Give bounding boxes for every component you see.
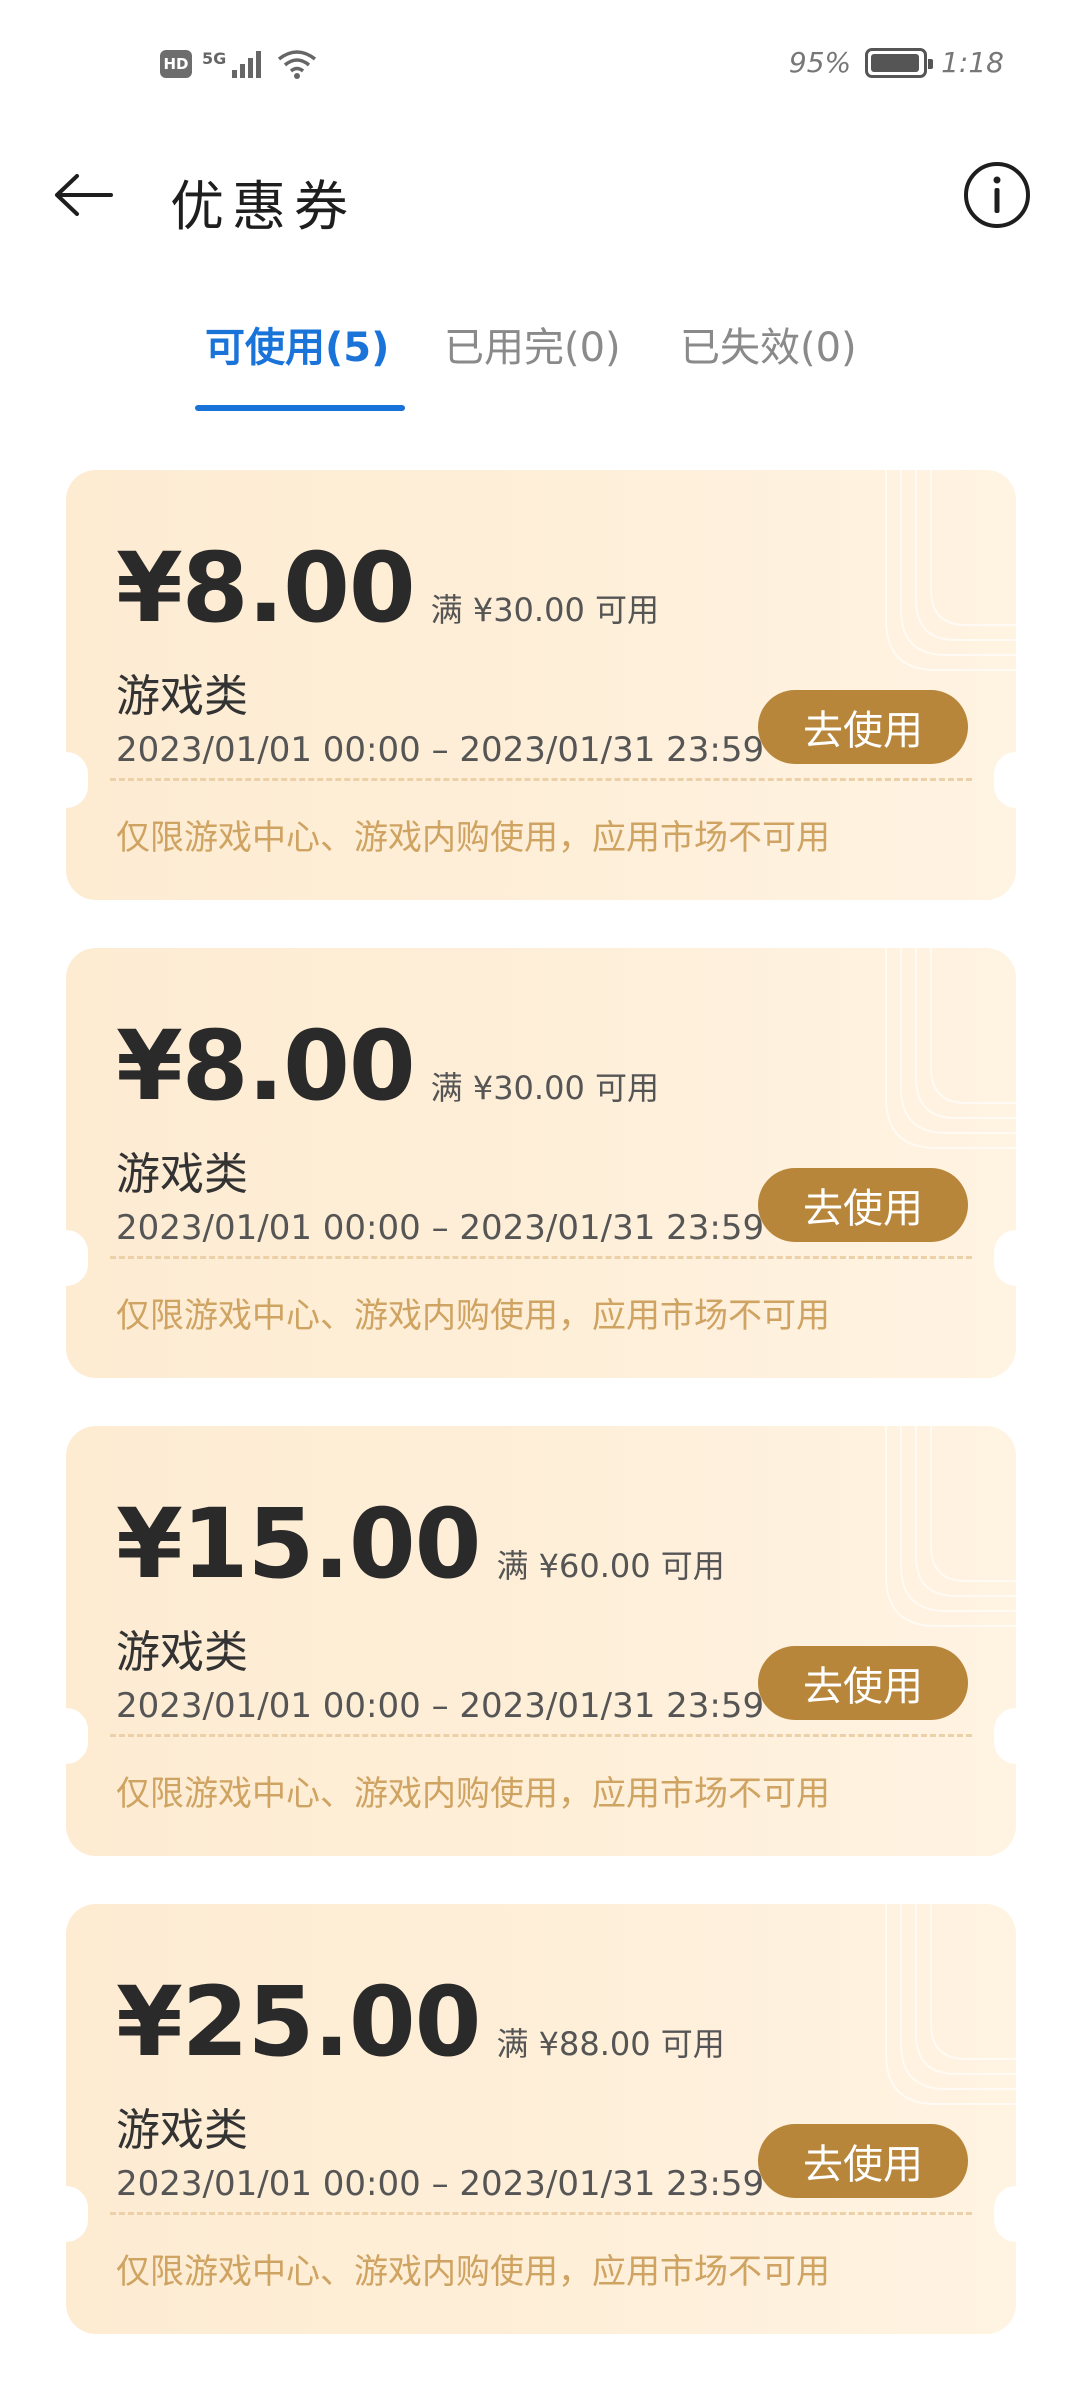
coupon-threshold: 满 ¥60.00 可用 bbox=[496, 1547, 725, 1585]
coupon-decoration bbox=[885, 1904, 1016, 2105]
coupon-amount: ¥15.00 bbox=[116, 1488, 481, 1600]
coupon-decoration bbox=[885, 948, 1016, 1149]
tab-used[interactable]: 已用完(0) bbox=[444, 315, 621, 373]
coupon-validity: 2023/01/01 00:00 – 2023/01/31 23:59 bbox=[116, 1208, 765, 1248]
coupon-card: ¥8.00 满 ¥30.00 可用 游戏类 2023/01/01 00:00 –… bbox=[66, 470, 1016, 900]
amount-row: ¥8.00 满 ¥30.00 可用 bbox=[116, 532, 659, 644]
coupon-tabs: 可使用(5) 已用完(0) 已失效(0) bbox=[0, 305, 1080, 415]
back-button[interactable] bbox=[48, 160, 118, 230]
ticket-notch bbox=[66, 1708, 88, 1764]
coupon-category: 游戏类 bbox=[116, 1627, 248, 1678]
hd-badge: HD bbox=[160, 50, 192, 78]
coupon-category: 游戏类 bbox=[116, 2105, 248, 2156]
status-left: HD 5G bbox=[160, 48, 318, 80]
ticket-notch bbox=[66, 2186, 88, 2242]
coupon-decoration bbox=[885, 470, 1016, 671]
dashed-divider bbox=[110, 1256, 972, 1259]
signal-icon bbox=[232, 51, 262, 78]
coupon-amount: ¥8.00 bbox=[116, 532, 416, 644]
info-circle-icon bbox=[964, 162, 1030, 228]
coupon-validity: 2023/01/01 00:00 – 2023/01/31 23:59 bbox=[116, 2164, 765, 2204]
tab-expired[interactable]: 已失效(0) bbox=[680, 315, 857, 373]
coupon-category: 游戏类 bbox=[116, 671, 248, 722]
coupon-card: ¥25.00 满 ¥88.00 可用 游戏类 2023/01/01 00:00 … bbox=[66, 1904, 1016, 2334]
coupon-category: 游戏类 bbox=[116, 1149, 248, 1200]
arrow-left-icon bbox=[55, 174, 113, 216]
coupon-threshold: 满 ¥88.00 可用 bbox=[496, 2025, 725, 2063]
tab-available[interactable]: 可使用(5) bbox=[205, 315, 389, 373]
coupon-validity: 2023/01/01 00:00 – 2023/01/31 23:59 bbox=[116, 1686, 765, 1726]
coupon-threshold: 满 ¥30.00 可用 bbox=[430, 1069, 659, 1107]
status-bar: HD 5G 95% 1:18 bbox=[0, 0, 1080, 130]
battery-percent: 95% bbox=[788, 46, 852, 79]
tab-indicator bbox=[195, 405, 405, 411]
coupon-list: ¥8.00 满 ¥30.00 可用 游戏类 2023/01/01 00:00 –… bbox=[66, 470, 1016, 2382]
use-coupon-button[interactable]: 去使用 bbox=[758, 2124, 968, 2198]
use-coupon-button[interactable]: 去使用 bbox=[758, 690, 968, 764]
dashed-divider bbox=[110, 2212, 972, 2215]
coupon-restriction: 仅限游戏中心、游戏内购使用，应用市场不可用 bbox=[116, 2252, 830, 2292]
ticket-notch bbox=[66, 1230, 88, 1286]
status-right: 95% 1:18 bbox=[789, 46, 1004, 79]
coupon-amount: ¥8.00 bbox=[116, 1010, 416, 1122]
use-coupon-button[interactable]: 去使用 bbox=[758, 1168, 968, 1242]
app-header: 优惠券 bbox=[0, 140, 1080, 250]
ticket-notch bbox=[66, 752, 88, 808]
battery-fill bbox=[871, 53, 919, 72]
coupon-threshold: 满 ¥30.00 可用 bbox=[430, 591, 659, 629]
info-button[interactable] bbox=[962, 160, 1032, 230]
clock: 1:18 bbox=[941, 46, 1004, 79]
wifi-icon bbox=[278, 50, 317, 79]
network-type: 5G bbox=[202, 48, 227, 68]
coupon-amount: ¥25.00 bbox=[116, 1966, 481, 2078]
coupon-restriction: 仅限游戏中心、游戏内购使用，应用市场不可用 bbox=[116, 1296, 830, 1336]
coupon-restriction: 仅限游戏中心、游戏内购使用，应用市场不可用 bbox=[116, 1774, 830, 1814]
coupon-validity: 2023/01/01 00:00 – 2023/01/31 23:59 bbox=[116, 730, 765, 770]
dashed-divider bbox=[110, 778, 972, 781]
amount-row: ¥15.00 满 ¥60.00 可用 bbox=[116, 1488, 725, 1600]
amount-row: ¥25.00 满 ¥88.00 可用 bbox=[116, 1966, 725, 2078]
battery-icon bbox=[865, 47, 934, 78]
dashed-divider bbox=[110, 1734, 972, 1737]
coupon-card: ¥8.00 满 ¥30.00 可用 游戏类 2023/01/01 00:00 –… bbox=[66, 948, 1016, 1378]
coupon-restriction: 仅限游戏中心、游戏内购使用，应用市场不可用 bbox=[116, 818, 830, 858]
coupon-card: ¥15.00 满 ¥60.00 可用 游戏类 2023/01/01 00:00 … bbox=[66, 1426, 1016, 1856]
coupon-decoration bbox=[885, 1426, 1016, 1627]
use-coupon-button[interactable]: 去使用 bbox=[758, 1646, 968, 1720]
amount-row: ¥8.00 满 ¥30.00 可用 bbox=[116, 1010, 659, 1122]
page-title: 优惠券 bbox=[170, 175, 356, 238]
